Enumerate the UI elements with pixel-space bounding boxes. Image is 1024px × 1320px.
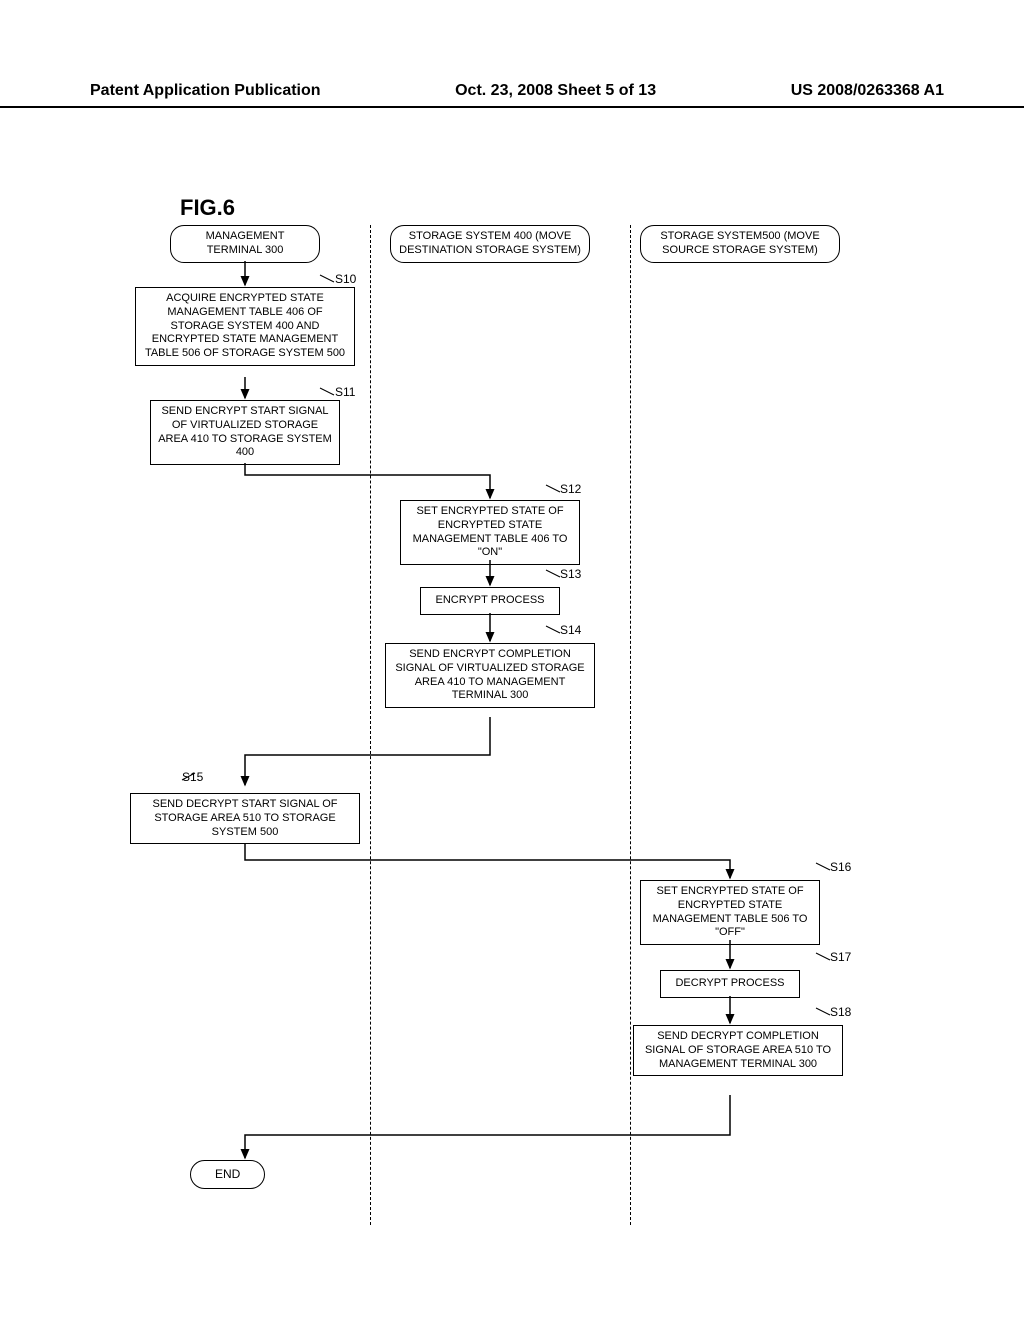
step-label-s17: S17	[830, 950, 851, 964]
lane-header-storage-500: STORAGE SYSTEM500 (MOVE SOURCE STORAGE S…	[640, 225, 840, 263]
end-terminator: END	[190, 1160, 265, 1189]
header-center: Oct. 23, 2008 Sheet 5 of 13	[455, 82, 656, 100]
lane-header-management-terminal: MANAGEMENT TERMINAL 300	[170, 225, 320, 263]
header-right: US 2008/0263368 A1	[791, 82, 944, 100]
sequence-diagram: MANAGEMENT TERMINAL 300 STORAGE SYSTEM 4…	[110, 225, 950, 1225]
step-label-s14: S14	[560, 623, 581, 637]
step-s14: SEND ENCRYPT COMPLETION SIGNAL OF VIRTUA…	[385, 643, 595, 708]
step-s17: DECRYPT PROCESS	[660, 970, 800, 998]
lane-divider-1	[370, 225, 371, 1225]
step-s15: SEND DECRYPT START SIGNAL OF STORAGE ARE…	[130, 793, 360, 844]
header-left: Patent Application Publication	[90, 82, 321, 100]
figure-label: FIG.6	[180, 195, 235, 221]
step-s18: SEND DECRYPT COMPLETION SIGNAL OF STORAG…	[633, 1025, 843, 1076]
step-s11: SEND ENCRYPT START SIGNAL OF VIRTUALIZED…	[150, 400, 340, 465]
lane-header-storage-400: STORAGE SYSTEM 400 (MOVE DESTINATION STO…	[390, 225, 590, 263]
step-label-s16: S16	[830, 860, 851, 874]
step-label-s11: S11	[335, 385, 355, 399]
step-s12: SET ENCRYPTED STATE OF ENCRYPTED STATE M…	[400, 500, 580, 565]
step-label-s15: S15	[182, 770, 203, 784]
page-header: Patent Application Publication Oct. 23, …	[0, 82, 1024, 108]
step-label-s10: S10	[335, 272, 356, 286]
step-s16: SET ENCRYPTED STATE OF ENCRYPTED STATE M…	[640, 880, 820, 945]
step-label-s12: S12	[560, 482, 581, 496]
step-s10: ACQUIRE ENCRYPTED STATE MANAGEMENT TABLE…	[135, 287, 355, 366]
lane-divider-2	[630, 225, 631, 1225]
step-s13: ENCRYPT PROCESS	[420, 587, 560, 615]
step-label-s18: S18	[830, 1005, 851, 1019]
step-label-s13: S13	[560, 567, 581, 581]
